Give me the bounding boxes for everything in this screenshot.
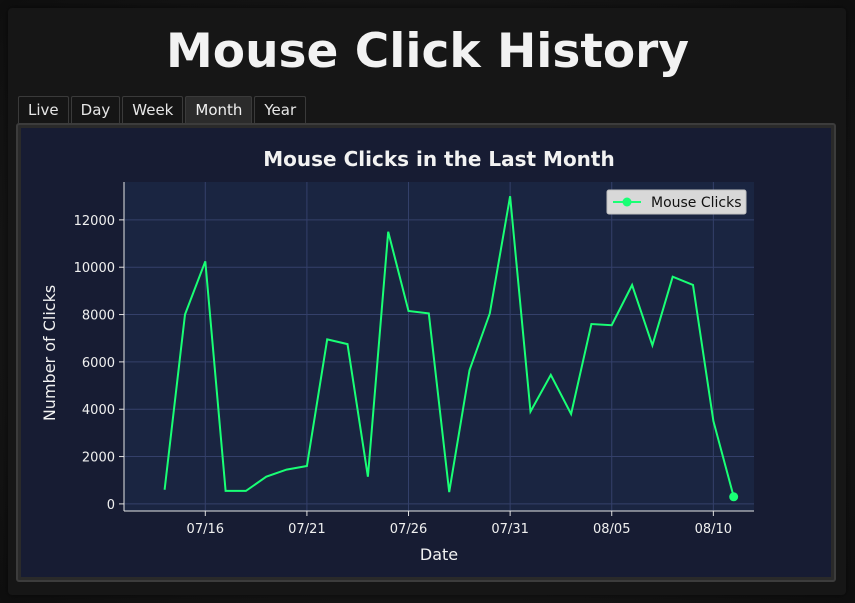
x-tick-label: 07/26 [390, 522, 427, 537]
chart-container: Mouse Clicks in the Last Month 0 2000 4000… [21, 128, 831, 577]
y-tick-label: 2000 [82, 451, 115, 466]
x-axis-label: Date [420, 545, 458, 564]
plot-area [124, 182, 754, 511]
chart-panel: Mouse Clicks in the Last Month 0 2000 4000… [16, 123, 836, 582]
data-point-latest [729, 492, 739, 502]
legend-entry-mouse-clicks: Mouse Clicks [651, 195, 742, 211]
y-tick-label: 0 [107, 498, 115, 513]
y-tick-label: 6000 [82, 356, 115, 371]
x-tick-label: 07/21 [288, 522, 325, 537]
y-axis-label: Number of Clicks [40, 285, 59, 421]
y-tick-label: 10000 [74, 261, 115, 276]
x-tick-label: 07/16 [187, 522, 224, 537]
tab-day[interactable]: Day [70, 96, 121, 123]
x-tick-label: 07/31 [491, 522, 528, 537]
x-tick-label: 08/05 [593, 522, 630, 537]
y-tick-label: 8000 [82, 309, 115, 324]
tab-week[interactable]: Week [122, 96, 184, 123]
y-tick-label: 12000 [74, 214, 115, 229]
y-tick-label: 4000 [82, 403, 115, 418]
line-chart: Mouse Clicks in the Last Month 0 2000 4000… [40, 147, 754, 564]
legend: Mouse Clicks [606, 189, 747, 215]
series-points [729, 492, 739, 502]
tab-year[interactable]: Year [254, 96, 307, 123]
chart-title: Mouse Clicks in the Last Month [263, 147, 614, 171]
legend-marker-swatch [622, 197, 632, 207]
tab-month[interactable]: Month [185, 96, 253, 123]
page-title: Mouse Click History [166, 24, 689, 79]
tab-bar: Live Day Week Month Year [18, 96, 307, 124]
x-tick-label: 08/10 [695, 522, 732, 537]
tab-live[interactable]: Live [18, 96, 69, 123]
